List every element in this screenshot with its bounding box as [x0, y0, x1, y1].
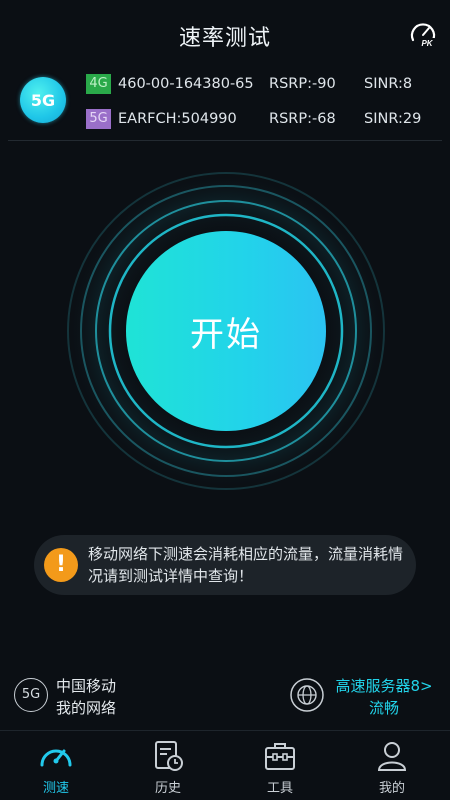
operator-name: 中国移动: [56, 677, 117, 695]
tab-label: 测速: [42, 781, 69, 796]
toolbox-icon: [265, 743, 295, 770]
operator-row: 5G 中国移动 我的网络 高速服务器8> 流畅: [0, 672, 450, 722]
network-row-5g: 5G EARFCH:504990 RSRP:-68 SINR:29: [86, 109, 436, 131]
warning-icon: !: [44, 548, 78, 582]
page-title: 速率测试: [178, 26, 271, 51]
tag-4g: 4G: [86, 74, 111, 94]
start-label: 开始: [190, 314, 262, 355]
tab-tools[interactable]: 工具: [224, 731, 336, 800]
pk-icon: PK: [410, 23, 436, 48]
network-5g-badge: 5G: [20, 77, 66, 123]
bottom-tab-bar: 测速 历史 工具 我的: [0, 730, 450, 800]
tab-speed-test[interactable]: 测速: [0, 731, 112, 800]
tab-label: 我的: [378, 781, 405, 796]
start-test-button[interactable]: 开始: [126, 231, 326, 431]
network-row-4g: 4G 460-00-164380-65 RSRP:-90 SINR:8: [86, 74, 436, 96]
sinr-value: SINR:8: [364, 76, 413, 92]
tab-label: 历史: [154, 781, 181, 796]
network-info-panel: 5G 4G 460-00-164380-65 RSRP:-90 SINR:8 5…: [0, 66, 450, 140]
tab-history[interactable]: 历史: [112, 731, 224, 800]
server-selector[interactable]: 高速服务器8> 流畅: [328, 675, 440, 719]
server-name: 高速服务器8>: [335, 677, 433, 695]
tab-label: 工具: [266, 781, 293, 796]
rsrp-value: RSRP:-90: [269, 76, 336, 92]
tag-5g: 5G: [86, 109, 111, 129]
sinr-value: SINR:29: [364, 111, 422, 127]
server-status: 流畅: [368, 699, 399, 717]
globe-icon[interactable]: [290, 678, 324, 712]
notice-text: 移动网络下测速会消耗相应的流量，流量消耗情况请到测试详情中查询！: [88, 545, 404, 585]
cell-id: 460-00-164380-65: [118, 76, 254, 92]
network-type-icon: 5G: [14, 678, 48, 712]
speed-test-dial: 开始: [0, 170, 450, 500]
tab-profile[interactable]: 我的: [336, 731, 448, 800]
user-icon: [377, 742, 407, 771]
earfcn-value: EARFCH:504990: [118, 111, 237, 127]
history-icon: [155, 741, 183, 771]
operator-info[interactable]: 中国移动 我的网络: [56, 675, 116, 719]
pk-speedometer-button[interactable]: PK: [408, 18, 438, 48]
header-bar: 速率测试 PK: [0, 0, 450, 66]
speedometer-icon: [40, 749, 72, 767]
svg-text:PK: PK: [421, 39, 433, 48]
data-usage-notice: ! 移动网络下测速会消耗相应的流量，流量消耗情况请到测试详情中查询！: [34, 535, 416, 595]
operator-network: 我的网络: [56, 699, 117, 717]
rsrp-value: RSRP:-68: [269, 111, 336, 127]
divider: [8, 140, 442, 141]
